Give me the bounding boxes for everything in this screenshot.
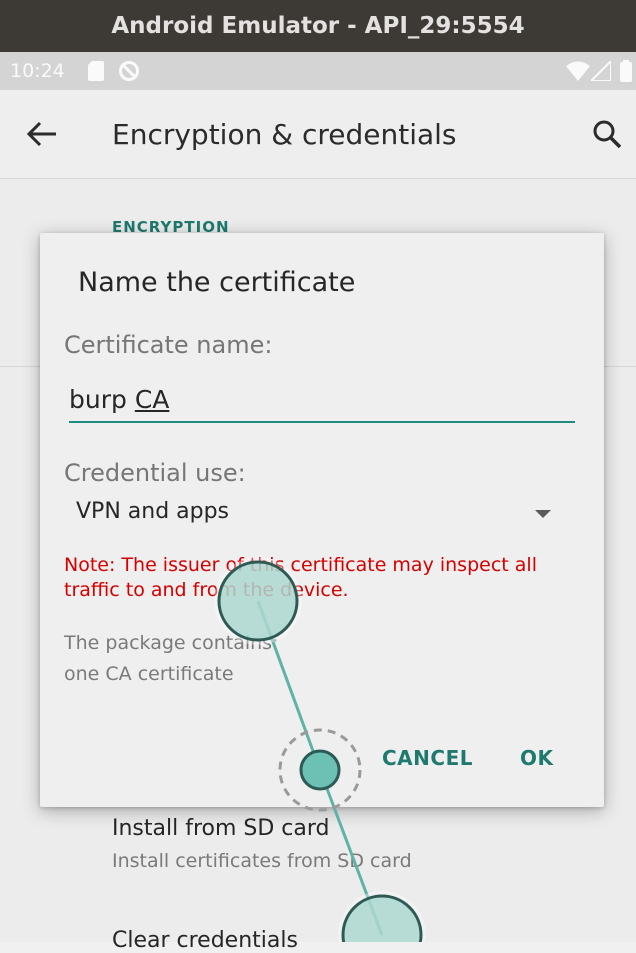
battery-icon: [620, 60, 632, 82]
certificate-name-label: Certificate name:: [64, 331, 273, 359]
window-title-bar: Android Emulator - API_29:5554: [0, 0, 636, 52]
status-bar: 10:24: [0, 52, 636, 90]
issuer-warning: Note: The issuer of this certificate may…: [64, 554, 537, 601]
package-line-1: The package contains:: [64, 632, 279, 654]
clear-credentials-title[interactable]: Clear credentials: [112, 928, 298, 953]
no-sync-icon: [119, 61, 139, 81]
package-contents: The package contains: one CA certificate: [64, 628, 278, 690]
page-title: Encryption & credentials: [112, 118, 457, 151]
certificate-name-text: burp: [69, 385, 135, 414]
install-sd-card-title[interactable]: Install from SD card: [112, 816, 330, 841]
package-line-2: one CA certificate: [64, 663, 234, 685]
signal-icon: [591, 61, 611, 81]
certificate-name-input[interactable]: burp CA: [69, 381, 575, 423]
wifi-icon: [566, 61, 590, 81]
app-bar: Encryption & credentials: [0, 90, 636, 179]
install-sd-card-subtitle: Install certificates from SD card: [112, 850, 412, 872]
ok-button[interactable]: OK: [520, 746, 554, 770]
credential-use-label: Credential use:: [64, 459, 246, 487]
credential-use-value: VPN and apps: [76, 499, 230, 524]
window-title: Android Emulator - API_29:5554: [111, 13, 525, 39]
credential-use-select[interactable]: VPN and apps: [64, 495, 564, 531]
name-certificate-dialog: Name the certificate Certificate name: b…: [40, 233, 604, 807]
back-arrow-icon[interactable]: [26, 118, 58, 150]
cancel-button[interactable]: CANCEL: [382, 746, 473, 770]
dropdown-arrow-icon: [535, 510, 551, 518]
status-time: 10:24: [10, 60, 65, 82]
search-icon[interactable]: [592, 119, 622, 149]
certificate-name-underlined: CA: [134, 385, 170, 414]
dialog-title: Name the certificate: [78, 267, 356, 298]
sd-card-icon: [88, 61, 104, 81]
